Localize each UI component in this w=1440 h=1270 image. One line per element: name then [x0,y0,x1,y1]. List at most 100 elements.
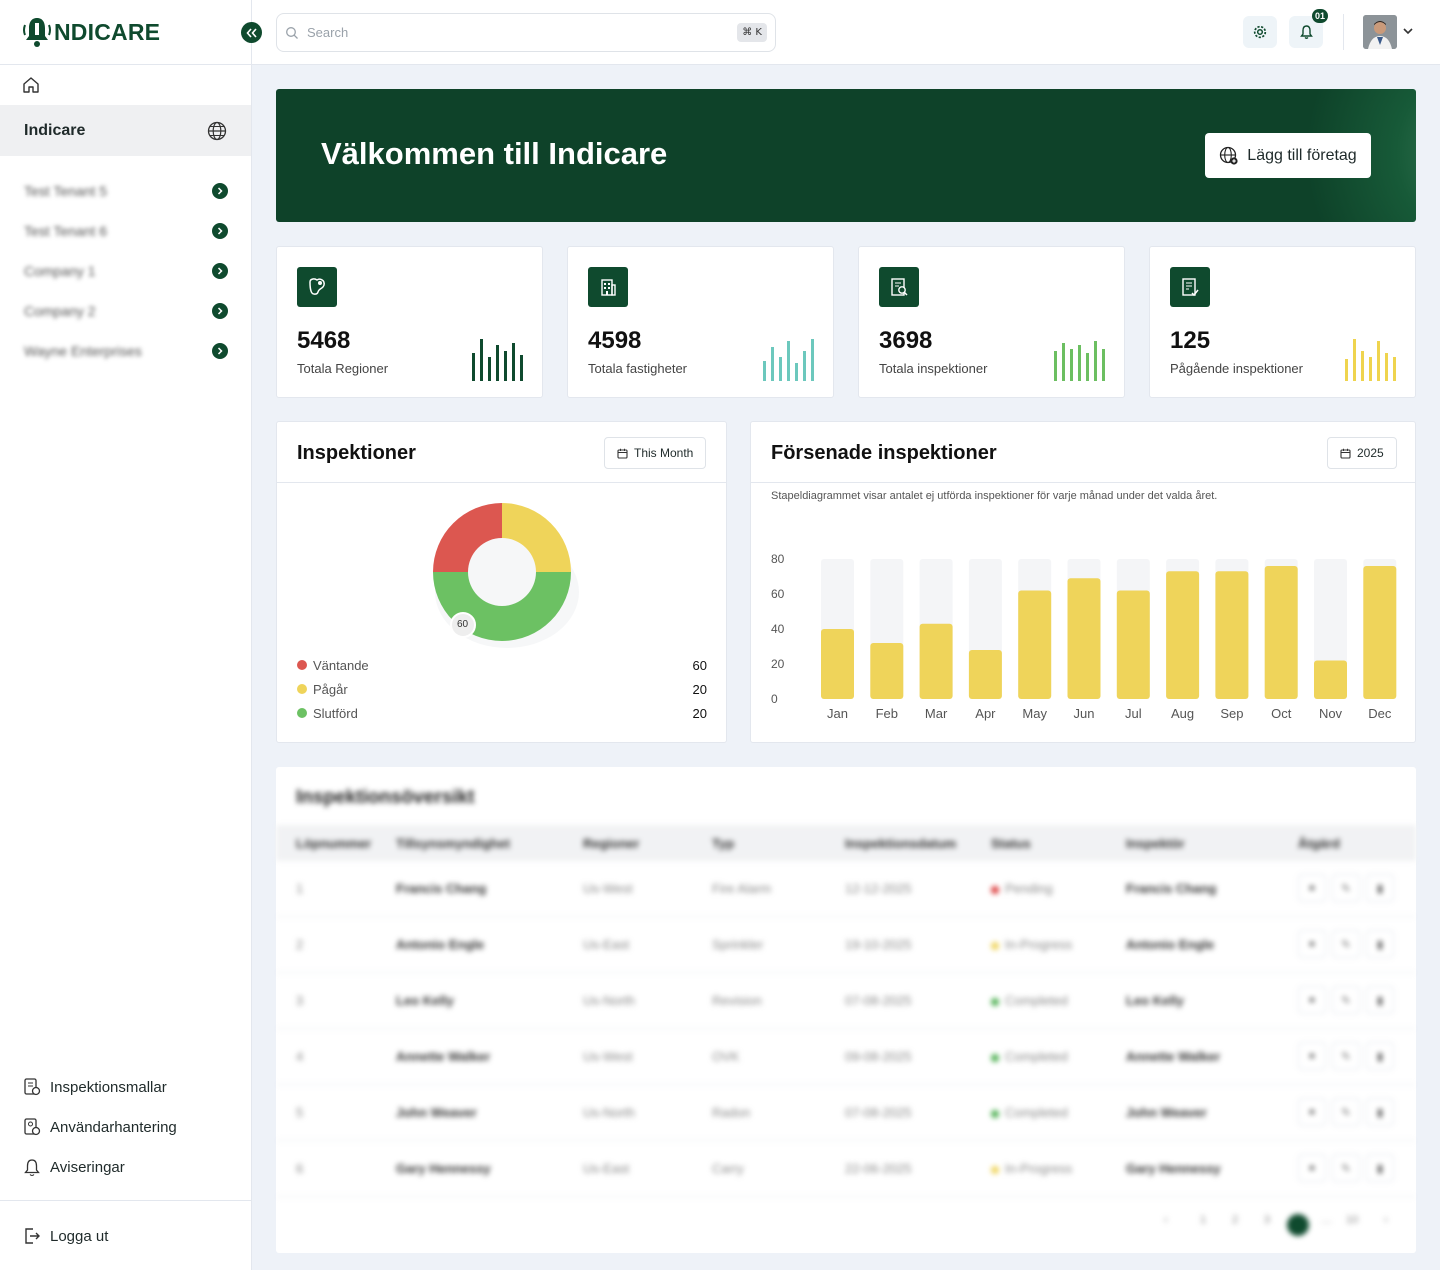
bar-feb[interactable] [870,643,904,699]
edit-button[interactable]: ✎ [1332,874,1360,902]
bell-logo-icon [23,18,51,47]
stat-card-inspections: 3698 Totala inspektioner [858,246,1125,398]
x-tick-label: Jan [827,706,848,721]
bar-jun[interactable] [1067,578,1101,699]
delete-button[interactable]: ▮ [1366,986,1394,1014]
table-row[interactable]: 2 Antonio Engle Us-East Sprinkler 19-10-2025… [276,917,1416,973]
pagination-page[interactable]: 10 [1346,1214,1358,1226]
legend-dot [297,684,307,694]
pagination-active-page[interactable] [1287,1214,1309,1236]
table-row[interactable]: 4 Annette Walker Us-West OVK 09-08-2025 Compl… [276,1029,1416,1085]
x-tick-label: Nov [1319,706,1343,721]
delete-button[interactable]: ▮ [1366,874,1394,902]
sidebar-link-users[interactable]: Användarhantering [22,1116,177,1138]
view-button[interactable]: ● [1298,986,1326,1014]
trash-icon: ▮ [1376,1050,1384,1063]
table-row[interactable]: 1 Francis Chang Us-West Fire Alarm 12-12-202… [276,861,1416,917]
chevron-right-icon [212,343,228,359]
pagination-page[interactable]: 1 [1200,1214,1206,1226]
add-company-button[interactable]: Lägg till företag [1205,133,1371,178]
delete-button[interactable]: ▮ [1366,1098,1394,1126]
legend-label: Slutförd [313,705,358,721]
delete-button[interactable]: ▮ [1366,930,1394,958]
edit-button[interactable]: ✎ [1332,1042,1360,1070]
collapse-sidebar-button[interactable] [241,22,262,43]
sidebar-link-templates[interactable]: Inspektionsmallar [22,1076,167,1098]
trash-icon: ▮ [1376,938,1384,951]
delete-button[interactable]: ▮ [1366,1042,1394,1070]
sparkline-bars [1345,339,1396,381]
pagination-page[interactable]: 2 [1232,1214,1238,1226]
date-cell: 12-12-2025 [845,881,912,896]
column-header[interactable]: Tillsynsmyndighet [396,836,510,851]
sparkline-bars [472,339,523,381]
table-row[interactable]: 6 Gary Hennessy Us-East Carry 22-06-2025 In-P… [276,1141,1416,1197]
pagination-page[interactable]: 3 [1264,1214,1270,1226]
sidebar-link-label: Användarhantering [50,1118,177,1136]
bar-jan[interactable] [821,629,854,699]
edit-button[interactable]: ✎ [1332,986,1360,1014]
bar-aug[interactable] [1166,571,1200,699]
status-cell: Completed [991,993,1068,1008]
template-icon [24,1078,41,1096]
edit-button[interactable]: ✎ [1332,1154,1360,1182]
status-text: In-Progress [1005,937,1073,952]
sidebar-link-notifications[interactable]: Aviseringar [22,1156,125,1178]
bar-apr[interactable] [968,650,1002,699]
sidebar-tenant-item[interactable]: Company 1 [24,261,228,281]
delete-button[interactable]: ▮ [1366,1154,1394,1182]
view-button[interactable]: ● [1298,1042,1326,1070]
view-button[interactable]: ● [1298,1154,1326,1182]
row-number: 2 [296,937,304,952]
chevron-down-icon[interactable] [1402,24,1414,42]
sidebar-tenant-item[interactable]: Company 2 [24,301,228,321]
type-cell: Revision [712,993,762,1008]
x-tick-label: Oct [1271,706,1292,721]
column-header[interactable]: Status [991,836,1031,851]
view-button[interactable]: ● [1298,874,1326,902]
topbar: Search ⌘ K 01 [252,0,1440,65]
x-tick-label: Jun [1074,706,1095,721]
column-header[interactable]: Regioner [583,836,639,851]
pagination-prev[interactable]: ‹ [1164,1214,1168,1226]
table-row[interactable]: 3 Leo Kelly Us-North Revision 07-08-2025 Comp… [276,973,1416,1029]
period-filter-button[interactable]: This Month [604,437,707,469]
bar-dec[interactable] [1363,566,1397,699]
status-text: Completed [1005,993,1068,1008]
view-button[interactable]: ● [1298,930,1326,958]
date-cell: 19-10-2025 [845,937,912,952]
logout-button[interactable]: Logga ut [22,1225,108,1247]
edit-button[interactable]: ✎ [1332,930,1360,958]
sidebar-tenant-item[interactable]: Wayne Enterprises [24,341,228,361]
settings-button[interactable] [1243,16,1277,48]
type-cell: Radon [712,1105,751,1120]
bar-jul[interactable] [1116,590,1150,700]
pagination-next[interactable]: › [1384,1214,1388,1226]
edit-button[interactable]: ✎ [1332,1098,1360,1126]
bar-nov[interactable] [1314,660,1347,700]
avatar[interactable] [1363,15,1397,49]
bar-sep[interactable] [1215,571,1249,699]
year-filter-button[interactable]: 2025 [1327,437,1397,469]
sidebar-tenant-item[interactable]: Test Tenant 5 [24,181,228,201]
edit-icon: ✎ [1341,1162,1351,1175]
status-text: Pending [1005,881,1053,896]
notifications-button[interactable]: 01 [1289,9,1328,48]
search-input[interactable]: Search ⌘ K [276,13,776,52]
sidebar-item-indicare[interactable]: Indicare [0,105,251,156]
bar-oct[interactable] [1264,566,1298,699]
column-header[interactable]: Inspektionsdatum [845,836,956,851]
home-icon[interactable] [22,76,40,99]
column-header[interactable]: Typ [712,836,734,851]
column-header[interactable]: Löpnummer [296,836,371,851]
status-donut-chart [433,503,579,648]
edit-icon: ✎ [1341,994,1351,1007]
sidebar-tenant-item[interactable]: Test Tenant 6 [24,221,228,241]
bar-may[interactable] [1018,590,1052,700]
logo[interactable]: NDICARE [22,14,160,50]
bar-mar[interactable] [919,623,953,699]
type-cell: Carry [712,1161,744,1176]
view-button[interactable]: ● [1298,1098,1326,1126]
column-header[interactable]: Inspektör [1126,836,1185,851]
table-row[interactable]: 5 John Weaver Us-North Radon 07-08-2025 Compl… [276,1085,1416,1141]
